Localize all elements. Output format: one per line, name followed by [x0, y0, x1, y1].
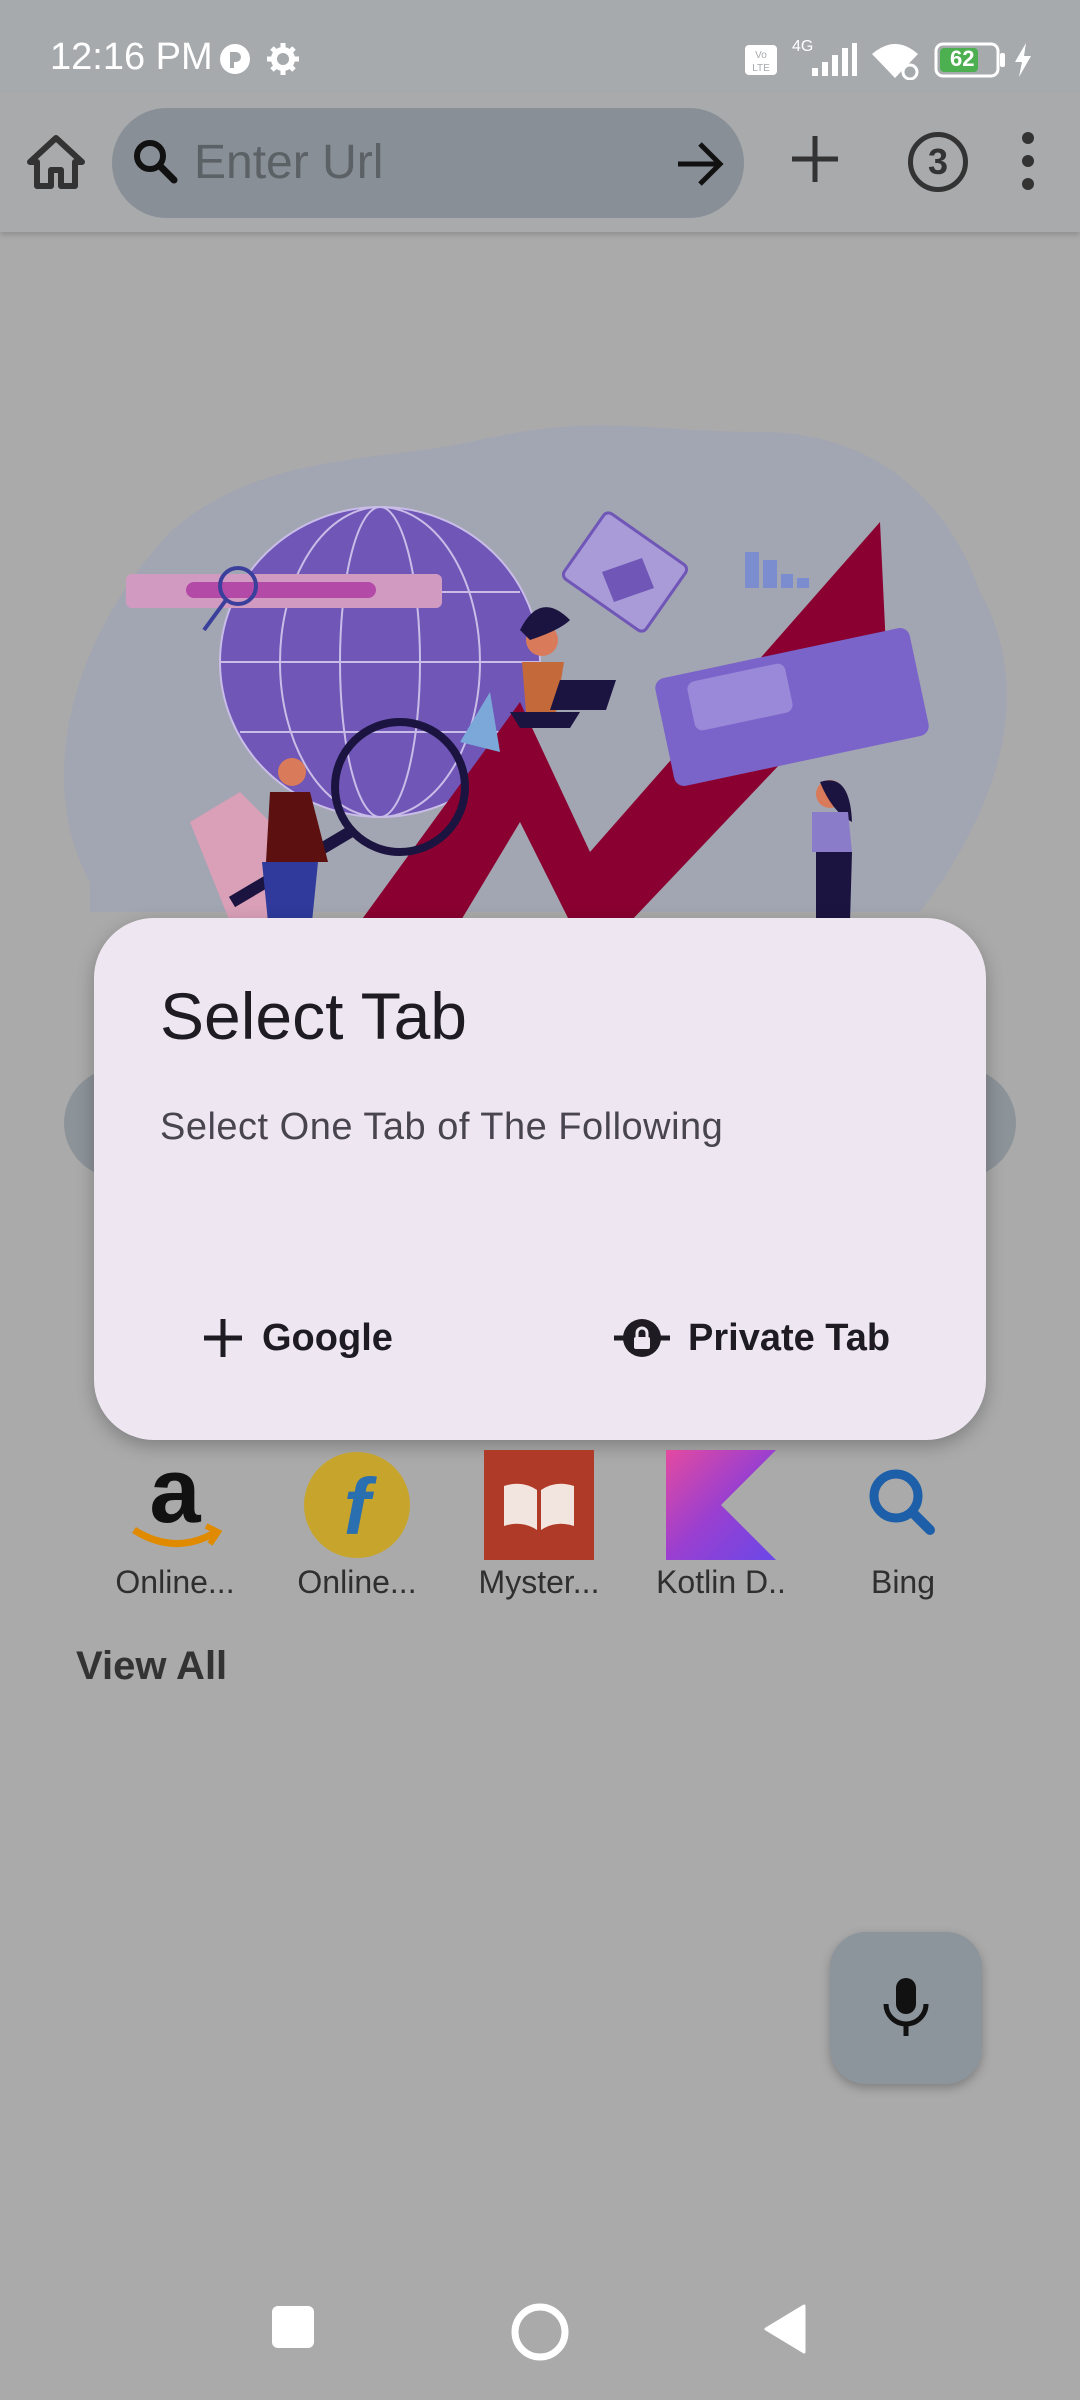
svg-text:LTE: LTE — [752, 63, 770, 74]
volte-text: Vo — [755, 50, 767, 61]
shortcut-bing[interactable]: Bing — [818, 1450, 988, 1601]
app-notification-icon — [220, 44, 250, 74]
tab-count-button[interactable]: 3 — [908, 132, 968, 192]
home-icon[interactable] — [26, 132, 86, 192]
shortcut-label: Kotlin D.. — [656, 1564, 786, 1600]
shortcut-label: Myster... — [478, 1564, 600, 1600]
shortcut-label: Online... — [115, 1564, 235, 1600]
hero-illustration — [64, 425, 1007, 922]
amazon-icon: a — [120, 1440, 230, 1560]
url-bar[interactable] — [112, 108, 744, 218]
search-icon — [134, 140, 178, 184]
url-input[interactable] — [194, 130, 634, 194]
browser-toolbar: 3 — [0, 92, 1080, 232]
book-icon — [484, 1450, 594, 1560]
private-tab-button[interactable]: Private Tab — [614, 1300, 890, 1376]
settings-gear-icon — [267, 43, 299, 75]
svg-text:a: a — [149, 1450, 201, 1542]
bing-search-icon — [848, 1450, 958, 1560]
status-bar: 12:16 PM Vo LTE 4G 62 — [0, 0, 1080, 92]
shortcut-mystery[interactable]: Myster... — [454, 1450, 624, 1601]
battery-level: 62 — [950, 46, 975, 71]
google-tab-button[interactable]: Google — [202, 1300, 393, 1376]
back-triangle-icon[interactable] — [762, 2304, 808, 2354]
wifi-icon — [872, 44, 919, 80]
volte-icon: Vo LTE — [745, 45, 777, 75]
shortcut-amazon[interactable]: a Online... — [90, 1440, 260, 1601]
status-time: 12:16 PM — [50, 36, 213, 78]
google-tab-label: Google — [262, 1316, 393, 1359]
select-tab-dialog: Select Tab Select One Tab of The Followi… — [94, 918, 986, 1440]
flipkart-icon: f — [302, 1450, 412, 1560]
plus-icon — [204, 1319, 242, 1357]
arrow-right-icon[interactable] — [672, 136, 728, 192]
voice-search-button[interactable] — [830, 1932, 982, 2084]
private-tab-label: Private Tab — [688, 1316, 891, 1359]
dialog-title: Select Tab — [160, 979, 467, 1053]
kotlin-icon — [666, 1450, 776, 1560]
recents-square-icon[interactable] — [270, 2304, 316, 2350]
shortcut-label: Online... — [297, 1564, 417, 1600]
charging-bolt-icon — [1015, 43, 1031, 77]
dialog-message: Select One Tab of The Following — [160, 1106, 724, 1148]
mic-icon — [883, 1978, 929, 2036]
more-vert-icon[interactable] — [1010, 130, 1046, 192]
add-tab-plus-icon[interactable] — [786, 130, 844, 188]
shortcut-kotlin[interactable]: Kotlin D.. — [636, 1450, 806, 1601]
signal-strength-icon — [812, 43, 857, 76]
lock-icon — [614, 1319, 670, 1357]
shortcut-label: Bing — [870, 1564, 936, 1600]
shortcut-flipkart[interactable]: f Online... — [272, 1450, 442, 1601]
view-all-link[interactable]: View All — [76, 1644, 227, 1689]
home-circle-icon[interactable] — [510, 2302, 570, 2362]
